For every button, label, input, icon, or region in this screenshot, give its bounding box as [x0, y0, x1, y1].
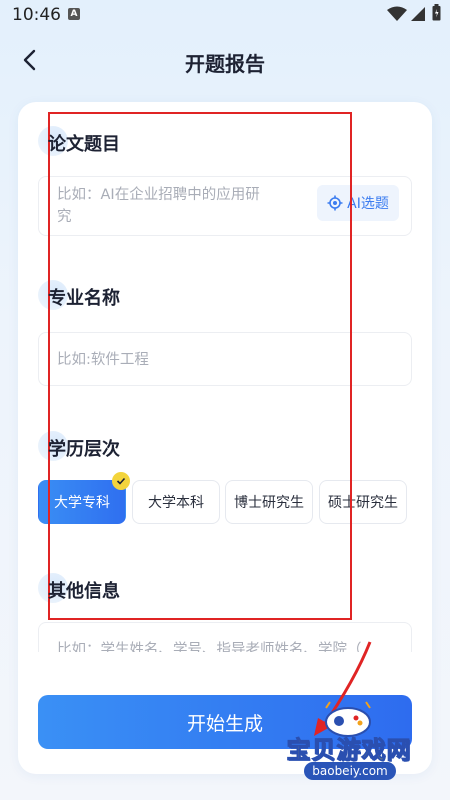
- signal-icon: [411, 7, 425, 21]
- topic-placeholder-line1: 比如：AI在企业招聘中的应用研: [57, 187, 260, 203]
- section-title-education: 学历层次: [38, 431, 120, 461]
- status-time: 10:46: [12, 5, 61, 25]
- ai-topic-button[interactable]: AI选题: [317, 185, 399, 221]
- header: 开题报告: [0, 36, 450, 84]
- target-icon: [327, 195, 343, 211]
- major-input[interactable]: 比如:软件工程: [38, 332, 412, 386]
- check-icon: [112, 472, 130, 490]
- other-info-input[interactable]: 比如：学生姓名、学号、指导老师姓名、学院（: [38, 622, 412, 652]
- edu-option-phd[interactable]: 博士研究生: [225, 480, 313, 524]
- battery-icon: [432, 4, 441, 21]
- edu-option-junior-college[interactable]: 大学专科: [38, 480, 126, 524]
- edu-option-master[interactable]: 硕士研究生: [319, 480, 407, 524]
- major-placeholder: 比如:软件工程: [57, 352, 149, 368]
- section-title-topic: 论文题目: [38, 126, 120, 156]
- watermark-url: baobeiy.com: [304, 762, 396, 780]
- page-title: 开题报告: [185, 52, 265, 76]
- watermark-title: 宝贝游戏网: [286, 736, 412, 765]
- section-title-major: 专业名称: [38, 280, 120, 310]
- notification-icon: A: [68, 8, 80, 20]
- section-title-other: 其他信息: [38, 573, 120, 603]
- edu-option-bachelor[interactable]: 大学本科: [132, 480, 220, 524]
- other-info-placeholder: 比如：学生姓名、学号、指导老师姓名、学院（: [57, 642, 362, 652]
- status-bar: 10:46 A: [0, 0, 450, 32]
- topic-input[interactable]: 比如：AI在企业招聘中的应用研 究 AI选题: [38, 176, 412, 236]
- topic-placeholder-line2: 究: [57, 209, 72, 225]
- wifi-icon: [387, 6, 407, 21]
- watermark: 宝贝游戏网 baobeiy.com: [274, 700, 424, 792]
- ai-topic-button-label: AI选题: [347, 196, 389, 212]
